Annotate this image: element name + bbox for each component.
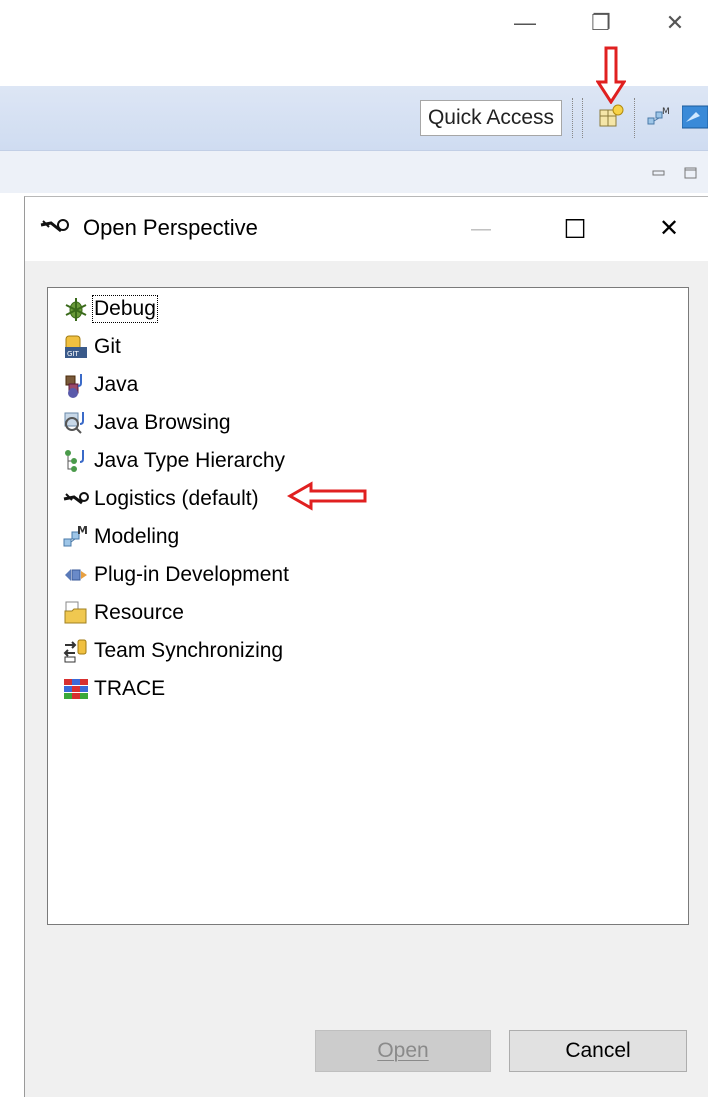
list-item-label: Java: [94, 373, 139, 396]
resource-icon: [62, 599, 90, 627]
svg-text:GIT: GIT: [67, 350, 79, 358]
dialog-close-button[interactable]: ✕: [649, 209, 689, 249]
list-item-modeling[interactable]: M Modeling: [62, 520, 179, 554]
window-restore-button[interactable]: ❐: [586, 8, 616, 38]
list-item-java-browsing[interactable]: Java Browsing: [62, 406, 231, 440]
toolbar-separator: [572, 98, 575, 138]
quick-access-field[interactable]: Quick Access: [420, 100, 562, 136]
cancel-button[interactable]: Cancel: [509, 1030, 687, 1072]
svg-text:M: M: [662, 107, 670, 117]
list-item-java[interactable]: Java: [62, 368, 138, 402]
window-close-button[interactable]: ✕: [660, 8, 690, 38]
list-item-label: Git: [94, 335, 121, 358]
list-item-java-type-hierarchy[interactable]: Java Type Hierarchy: [62, 444, 285, 478]
java-perspective-icon[interactable]: [682, 104, 708, 130]
annotation-down-arrow-icon: [595, 46, 627, 105]
list-item-label: Resource: [94, 601, 184, 624]
open-perspective-icon[interactable]: [598, 104, 624, 130]
modeling-icon: M: [62, 523, 90, 551]
dialog-minimize-button[interactable]: —: [461, 209, 501, 249]
list-item-label: Plug-in Development: [94, 563, 289, 586]
toolbar-separator: [634, 98, 637, 138]
open-button[interactable]: Open: [315, 1030, 491, 1072]
list-item-label: Team Synchronizing: [94, 639, 284, 662]
list-item-label: Modeling: [94, 525, 180, 548]
list-item-team-synchronizing[interactable]: Team Synchronizing: [62, 634, 283, 668]
dialog-maximize-button[interactable]: ☐: [555, 209, 595, 249]
list-item-trace[interactable]: TRACE: [62, 672, 165, 706]
dialog-title: Open Perspective: [83, 215, 258, 240]
java-browsing-icon: [62, 409, 90, 437]
list-item-resource[interactable]: Resource: [62, 596, 184, 630]
logistics-icon: [39, 217, 69, 241]
window-controls: — ❐ ✕: [468, 0, 708, 50]
annotation-left-arrow-icon: [286, 481, 369, 511]
plugin-development-icon: [62, 561, 90, 589]
perspective-list[interactable]: Debug GIT Git Java Java Browsing Java Ty…: [47, 287, 689, 925]
dialog-title-bar: Open Perspective — ☐ ✕: [25, 197, 708, 261]
toolbar-separator: [582, 98, 585, 138]
window-minimize-button[interactable]: —: [510, 8, 540, 38]
list-item-label: Java Type Hierarchy: [94, 449, 286, 472]
open-perspective-dialog: Open Perspective — ☐ ✕ Debug GIT Git Jav…: [24, 196, 708, 1097]
git-icon: GIT: [62, 333, 90, 361]
list-item-debug[interactable]: Debug: [62, 292, 158, 326]
trace-icon: [62, 675, 90, 703]
list-item-label: Debug: [92, 295, 158, 323]
debug-icon: [62, 295, 90, 323]
view-minimize-icon[interactable]: [652, 166, 666, 176]
list-item-label: Logistics (default): [94, 487, 259, 510]
logistics-icon: [62, 485, 90, 513]
svg-text:M: M: [77, 524, 88, 537]
view-maximize-icon[interactable]: [684, 166, 698, 180]
modeling-perspective-icon[interactable]: M: [646, 104, 672, 130]
java-type-hierarchy-icon: [62, 447, 90, 475]
list-item-git[interactable]: GIT Git: [62, 330, 121, 364]
team-synchronizing-icon: [62, 637, 90, 665]
list-item-label: Java Browsing: [94, 411, 231, 434]
open-button-label: Open: [377, 1039, 429, 1062]
java-icon: [62, 371, 90, 399]
list-item-plugin-development[interactable]: Plug-in Development: [62, 558, 289, 592]
secondary-toolbar: [0, 151, 708, 193]
list-item-logistics[interactable]: Logistics (default): [62, 482, 259, 516]
list-item-label: TRACE: [94, 677, 166, 700]
